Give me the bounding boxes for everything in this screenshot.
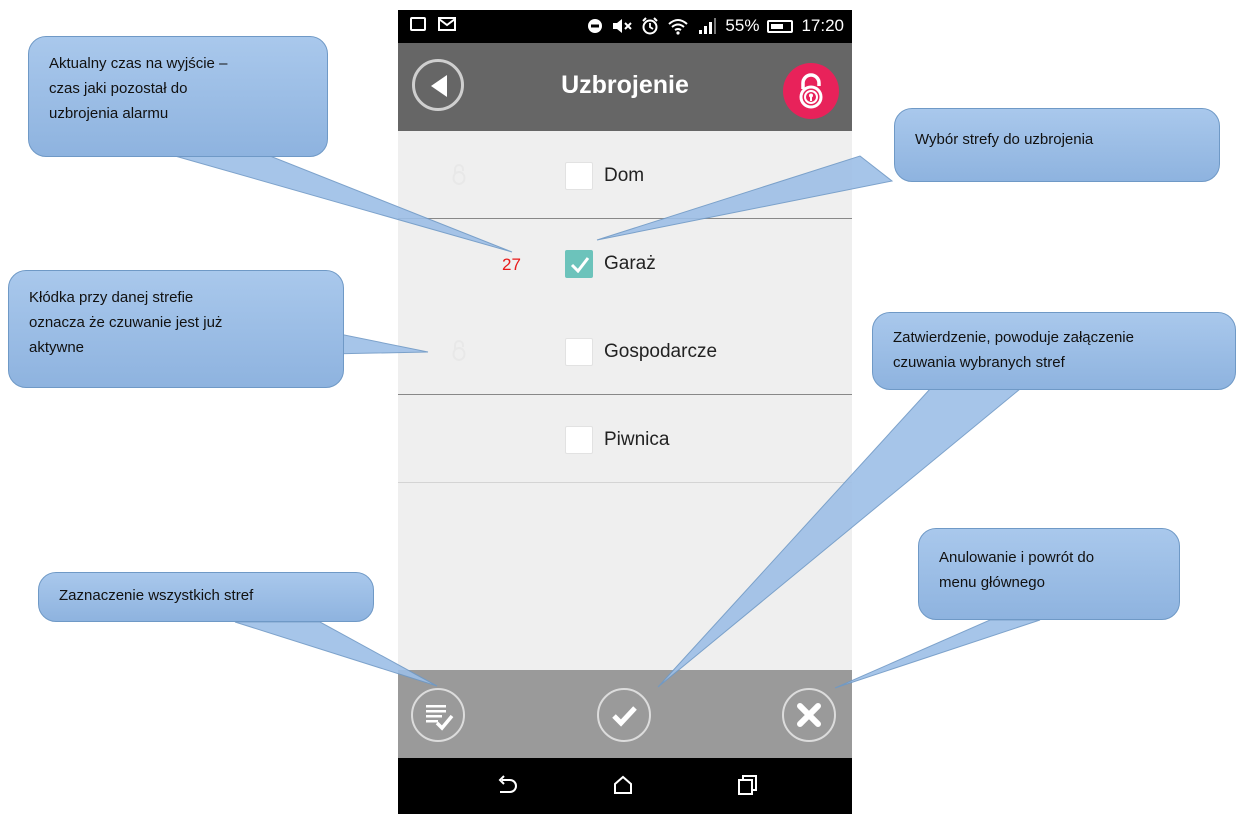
callout-text: Zaznaczenie wszystkich stref [59,587,254,604]
callout-text: Kłódka przy danej strefie oznacza że czu… [29,289,223,356]
callout-text: Zatwierdzenie, powoduje załączenie czuwa… [893,329,1134,371]
callout-confirm: Zatwierdzenie, powoduje załączenie czuwa… [872,312,1236,390]
callout-text: Anulowanie i powrót do menu głównego [939,549,1095,591]
callout-select-all: Zaznaczenie wszystkich stref [38,572,374,622]
callout-cancel: Anulowanie i powrót do menu głównego [918,528,1180,620]
callout-zone-select: Wybór strefy do uzbrojenia [894,108,1220,182]
callout-text: Wybór strefy do uzbrojenia [915,131,1094,148]
callout-padlock: Kłódka przy danej strefie oznacza że czu… [8,270,344,388]
callout-exit-time: Aktualny czas na wyjście – czas jaki poz… [28,36,328,157]
callout-text: Aktualny czas na wyjście – czas jaki poz… [49,55,228,122]
